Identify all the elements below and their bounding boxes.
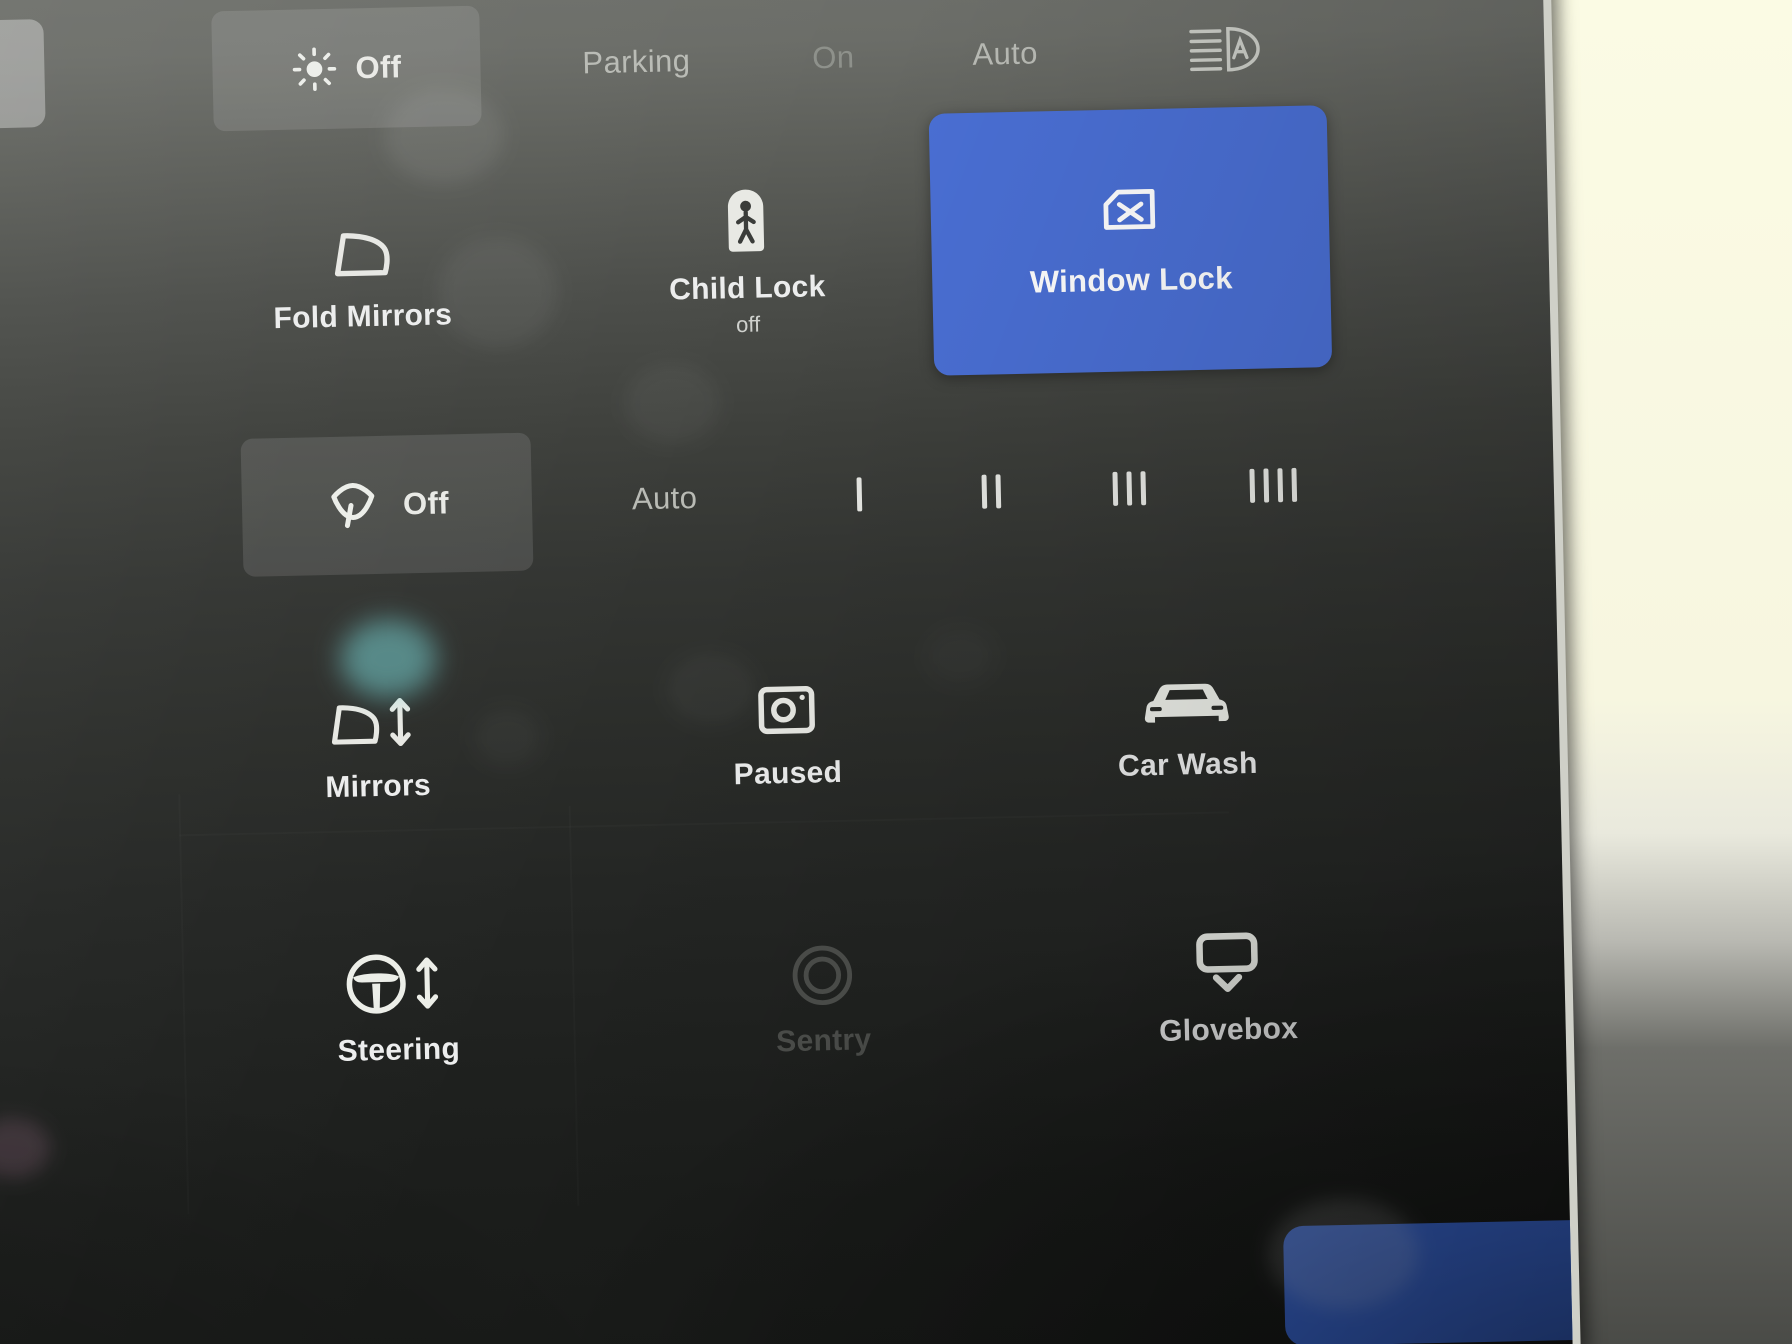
tile-child-lock-status: off [735,311,761,338]
headlights-option-off-label: Off [355,49,402,86]
glovebox-icon [1188,927,1266,999]
wipers-option-speed-3[interactable] [1112,471,1147,506]
tile-fold-mirrors-label: Fold Mirrors [273,298,453,336]
lens-flare [0,1117,51,1179]
tile-dashcam[interactable]: Paused [656,676,918,794]
tile-sentry[interactable]: Sentry [692,940,954,1062]
headlights-option-off[interactable]: Off [211,5,482,132]
tile-window-lock[interactable]: Window Lock [928,105,1333,376]
glass-reflection-seam [178,794,189,1214]
tile-mirrors[interactable]: Mirrors [246,687,508,807]
sentry-mode-icon [789,942,856,1009]
tile-glovebox-label: Glovebox [1158,1011,1299,1049]
tile-fold-mirrors[interactable]: Fold Mirrors [231,219,493,337]
tile-child-lock[interactable]: Child Lock off [615,183,878,341]
wipers-option-auto[interactable]: Auto [632,480,698,517]
photo-frame: Off Parking On Auto Fold Mirrors Child L… [0,0,1792,1344]
window-lock-icon [1098,182,1161,241]
tile-sentry-label: Sentry [775,1023,872,1059]
car-front-icon [1138,673,1235,733]
wipers-option-speed-1[interactable] [856,477,863,512]
lens-flare-teal [339,618,438,699]
tile-mirrors-label: Mirrors [325,768,432,805]
steering-wheel-adjust-icon [341,948,454,1018]
tile-window-lock-label: Window Lock [1029,260,1234,300]
dashcam-icon [753,678,820,741]
wipers-option-off[interactable]: Off [240,432,534,577]
tile-steering[interactable]: Steering [267,947,530,1071]
offscreen-tile-top-left[interactable] [0,19,46,133]
auto-high-beam-icon[interactable] [1185,21,1268,77]
offscreen-tile-bottom-right[interactable] [1282,1218,1573,1344]
glass-reflection-seam [179,811,1229,836]
tile-steering-label: Steering [337,1032,461,1068]
wipers-option-off-label: Off [402,485,450,522]
tablet-device: Off Parking On Auto Fold Mirrors Child L… [0,0,1581,1344]
wipers-segmented-control[interactable]: Off Auto [240,413,1424,577]
child-lock-icon [717,185,775,256]
tile-car-wash-label: Car Wash [1117,746,1259,783]
wiper-icon [324,477,381,534]
headlight-off-icon [291,46,338,93]
tile-child-lock-label: Child Lock [668,270,826,307]
headlights-option-parking[interactable]: Parking [582,43,691,81]
controls-panel: Off Parking On Auto Fold Mirrors Child L… [0,0,1573,1344]
headlights-option-auto[interactable]: Auto [972,35,1038,72]
mirror-adjust-icon [322,689,431,755]
glass-reflection-seam [569,806,580,1206]
headlights-option-on[interactable]: On [812,39,855,76]
touchscreen: Off Parking On Auto Fold Mirrors Child L… [0,0,1573,1344]
wipers-option-speed-2[interactable] [981,474,1002,509]
lens-flare [925,626,996,686]
mirror-icon [323,221,400,285]
tile-glovebox[interactable]: Glovebox [1086,924,1369,1050]
wipers-option-speed-4[interactable] [1249,467,1298,503]
tile-dashcam-label: Paused [733,755,843,792]
tile-car-wash[interactable]: Car Wash [1046,671,1328,785]
